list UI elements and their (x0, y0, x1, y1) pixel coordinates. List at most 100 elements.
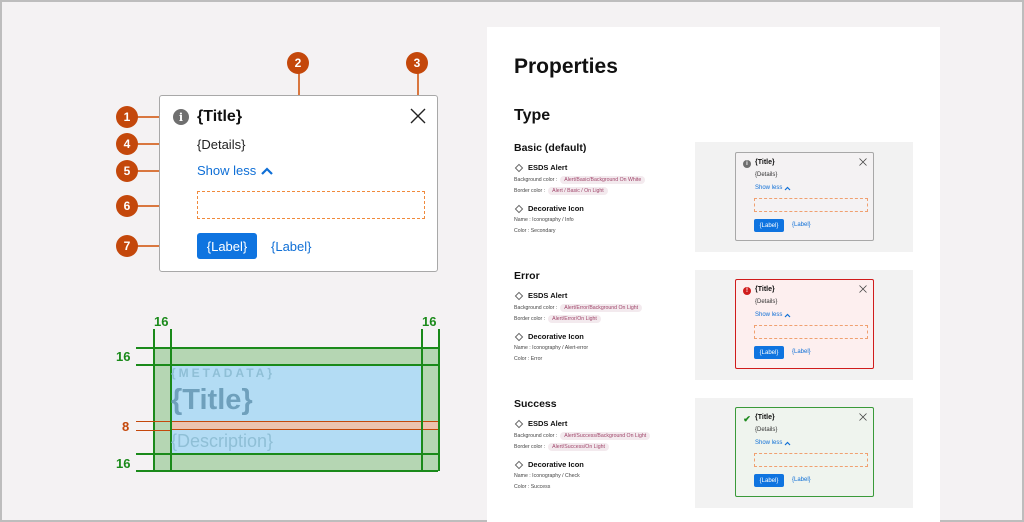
border-color-line: Border color : Alert / Basic / On Light (514, 187, 608, 195)
mini-content-slot (754, 198, 868, 212)
diamond-icon (514, 419, 524, 428)
chevron-up-icon (784, 313, 791, 317)
mini-primary-button[interactable]: {Label} (754, 474, 784, 487)
mini-secondary-link[interactable]: {Label} (792, 477, 811, 483)
close-icon[interactable] (859, 158, 867, 166)
show-less-label: Show less (197, 163, 257, 178)
preview-error: ! {Title} {Details} Show less {Label} {L… (695, 270, 913, 380)
guide-line (136, 421, 170, 422)
guide-line (136, 470, 438, 472)
bg-color-line: Background color : Alert/Error/Background… (514, 304, 643, 312)
check-icon: ✔ (743, 413, 751, 424)
primary-action-button[interactable]: {Label} (197, 233, 257, 259)
alert-prop-title: ESDS Alert (514, 419, 567, 428)
properties-heading: Properties (514, 55, 618, 78)
diamond-icon (514, 332, 524, 341)
mini-title: {Title} (755, 159, 775, 166)
preview-basic: i {Title} {Details} Show less {Label} {L… (695, 142, 913, 252)
marker-4: 4 (116, 133, 138, 155)
mini-show-less[interactable]: Show less (755, 312, 791, 318)
properties-panel: Properties Type Basic (default) ESDS Ale… (487, 27, 940, 522)
marker-2: 2 (287, 52, 309, 74)
icon-color-line: Color : Error (514, 356, 543, 362)
mini-content-slot (754, 325, 868, 339)
mini-details: {Details} (755, 427, 778, 433)
type-name: Error (514, 270, 540, 282)
guide-line (153, 329, 155, 471)
mini-primary-button[interactable]: {Label} (754, 219, 784, 232)
custom-content-slot (197, 191, 425, 219)
alert-prop-title: ESDS Alert (514, 163, 567, 172)
metadata-placeholder: {METADATA} (171, 366, 275, 380)
spacing-label-left-top: 16 (116, 349, 131, 364)
chevron-up-icon (784, 441, 791, 445)
mini-secondary-link[interactable]: {Label} (792, 222, 811, 228)
mini-details: {Details} (755, 172, 778, 178)
close-icon[interactable] (859, 413, 867, 421)
mini-title: {Title} (755, 286, 775, 293)
info-icon: i (173, 109, 189, 125)
border-color-line: Border color : Alert/Error/On Light (514, 315, 601, 323)
spacing-label-top-left: 16 (154, 314, 169, 329)
alert-title: {Title} (197, 108, 243, 125)
mini-alert-basic: i {Title} {Details} Show less {Label} {L… (735, 152, 874, 241)
type-heading: Type (514, 107, 551, 124)
icon-color-line: Color : Secondary (514, 228, 556, 234)
icon-prop-title: Decorative Icon (514, 460, 584, 469)
bg-color-line: Background color : Alert/Success/Backgrou… (514, 432, 651, 440)
mini-title: {Title} (755, 414, 775, 421)
border-color-token: Alert/Error/On Light (548, 315, 601, 323)
diamond-icon (514, 460, 524, 469)
info-icon: i (743, 160, 751, 168)
mini-show-less[interactable]: Show less (755, 185, 791, 191)
marker-3: 3 (406, 52, 428, 74)
mini-primary-button[interactable]: {Label} (754, 346, 784, 359)
marker-5: 5 (116, 160, 138, 182)
border-color-line: Border color : Alert/Success/On Light (514, 443, 609, 451)
marker-1: 1 (116, 106, 138, 128)
mini-content-slot (754, 453, 868, 467)
spacing-label-gap: 8 (122, 419, 130, 434)
chevron-up-icon (261, 166, 274, 175)
gap-area (170, 421, 438, 430)
border-color-token: Alert/Success/On Light (548, 443, 609, 451)
bg-color-token: Alert/Success/Background On Light (560, 432, 651, 440)
icon-prop-title: Decorative Icon (514, 204, 584, 213)
diamond-icon (514, 291, 524, 300)
diamond-icon (514, 204, 524, 213)
mini-alert-error: ! {Title} {Details} Show less {Label} {L… (735, 279, 874, 369)
guide-line (136, 430, 170, 431)
close-icon[interactable] (859, 285, 867, 293)
secondary-action-link[interactable]: {Label} (271, 239, 312, 254)
icon-name-line: Name : Iconography / Info (514, 217, 574, 223)
mini-show-less[interactable]: Show less (755, 440, 791, 446)
diamond-icon (514, 163, 524, 172)
bg-color-token: Alert/Error/Background On Light (560, 304, 643, 312)
spacing-label-top-right: 16 (422, 314, 437, 329)
mini-alert-success: ✔ {Title} {Details} Show less {Label} {L… (735, 407, 874, 497)
description-placeholder: {Description} (171, 431, 274, 451)
alert-error-icon: ! (743, 287, 751, 295)
mini-secondary-link[interactable]: {Label} (792, 349, 811, 355)
guide-line (438, 329, 440, 471)
type-name: Basic (default) (514, 142, 587, 154)
alert-details: {Details} (197, 137, 246, 152)
border-color-token: Alert / Basic / On Light (548, 187, 608, 195)
guide-line (136, 347, 438, 349)
show-less-link[interactable]: Show less (197, 163, 274, 178)
spacing-label-left-bottom: 16 (116, 456, 131, 471)
icon-prop-title: Decorative Icon (514, 332, 584, 341)
alert-prop-title: ESDS Alert (514, 291, 567, 300)
mini-details: {Details} (755, 299, 778, 305)
guide-line (136, 453, 438, 455)
bg-color-line: Background color : Alert/Basic/Background… (514, 176, 646, 184)
icon-name-line: Name : Iconography / Check (514, 473, 580, 479)
icon-name-line: Name : Iconography / Alert-error (514, 345, 589, 351)
anatomy-alert-card: i {Title} {Details} Show less {Label} {L… (159, 95, 438, 272)
title-placeholder: {Title} (171, 384, 253, 416)
chevron-up-icon (784, 186, 791, 190)
bg-color-token: Alert/Basic/Background On White (560, 176, 646, 184)
marker-6: 6 (116, 195, 138, 217)
type-name: Success (514, 398, 557, 410)
close-icon[interactable] (410, 108, 426, 124)
